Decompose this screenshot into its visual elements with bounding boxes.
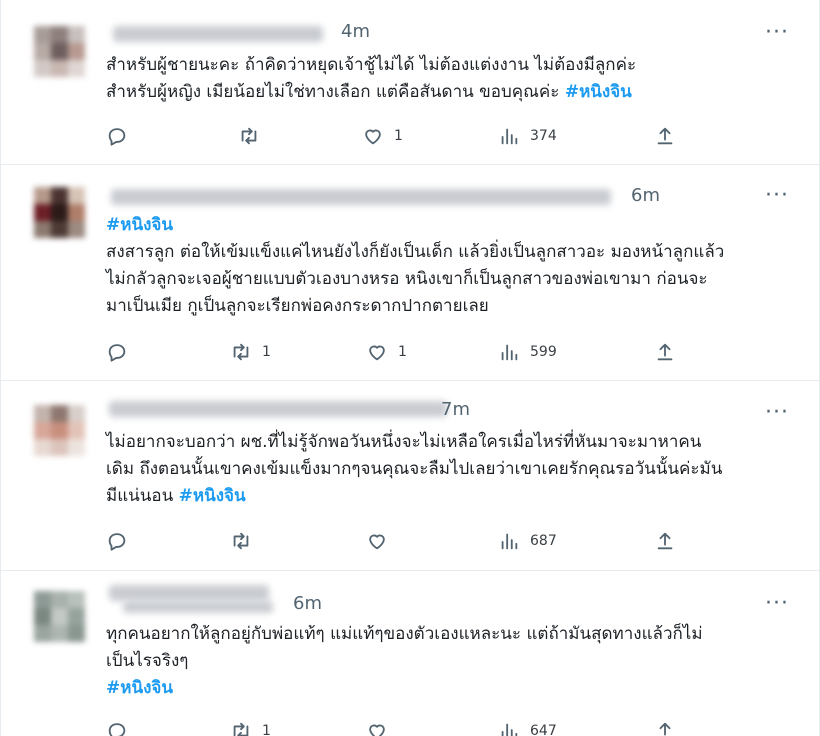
- tweet-line: สำหรับผู้หญิง เมียน้อยไม่ใช่ทางเลือก แต่…: [106, 79, 759, 106]
- views-icon: [501, 723, 518, 736]
- like-button[interactable]: [366, 529, 398, 553]
- tweet-time[interactable]: 7m: [441, 399, 470, 420]
- views-count: 599: [530, 344, 557, 360]
- share-icon: [657, 532, 673, 550]
- share-icon: [659, 722, 671, 736]
- display-name-redacted[interactable]: [109, 585, 269, 601]
- avatar-2[interactable]: [34, 187, 86, 239]
- tweet-text: ทุกคนอยากให้ลูกอยู่กับพ่อแท้ๆ แม่แท้ๆของ…: [106, 621, 759, 702]
- tweet-text: ไม่อยากจะบอกว่า ผช.ที่ไม่รู้จักพอวันหนึ่…: [106, 429, 759, 510]
- reply-icon: [108, 533, 126, 551]
- tweet-line: ทุกคนอยากให้ลูกอยู่กับพ่อแท้ๆ แม่แท้ๆของ…: [106, 624, 703, 644]
- tweet-actions: 1 647: [106, 719, 706, 736]
- views-count: 374: [530, 128, 557, 144]
- retweet-button[interactable]: 1: [230, 719, 271, 736]
- more-icon[interactable]: ···: [765, 22, 789, 44]
- like-button[interactable]: [366, 719, 398, 736]
- more-icon[interactable]: ···: [765, 185, 789, 207]
- like-button[interactable]: 1: [362, 124, 403, 148]
- like-count: 1: [398, 344, 407, 360]
- more-icon[interactable]: ···: [765, 402, 789, 424]
- retweet-icon: [241, 127, 257, 145]
- share-icon: [657, 343, 673, 361]
- display-name-redacted[interactable]: [113, 26, 323, 42]
- tweet-line-text: สำหรับผู้หญิง เมียน้อยไม่ใช่ทางเลือก แต่…: [106, 82, 565, 102]
- retweet-icon: [233, 722, 249, 736]
- tweet-time[interactable]: 6m: [631, 185, 660, 206]
- tweet-line: มีแน่นอน #หนิงจิน: [106, 483, 759, 510]
- views-count: 647: [530, 723, 557, 736]
- views-button[interactable]: 374: [498, 124, 557, 148]
- views-button[interactable]: 599: [498, 340, 557, 364]
- views-icon: [501, 128, 518, 145]
- more-icon[interactable]: ···: [765, 593, 789, 615]
- retweet-button[interactable]: [230, 529, 262, 553]
- tweet-line: สงสารลูก ต่อให้เข้มแข็งแค่ไหนยังไงก็ยังเ…: [106, 242, 725, 262]
- reply-icon: [108, 723, 126, 736]
- reply-button[interactable]: [106, 529, 138, 553]
- tweet-actions: 1 374: [106, 124, 706, 148]
- hashtag-link[interactable]: #หนิงจิน: [565, 82, 632, 102]
- like-count: 1: [394, 128, 403, 144]
- tweet-line: ไม่อยากจะบอกว่า ผช.ที่ไม่รู้จักพอวันหนึ่…: [106, 432, 702, 452]
- tweet-line: ไม่กลัวลูกจะเจอผู้ชายแบบตัวเองบางหรอ หนิ…: [106, 269, 708, 289]
- reply-button[interactable]: [106, 340, 138, 364]
- tweet-time[interactable]: 6m: [293, 593, 322, 614]
- tweet-time[interactable]: 4m: [341, 21, 370, 42]
- tweet-actions: 687: [106, 529, 706, 553]
- hashtag-link[interactable]: #หนิงจิน: [179, 486, 246, 506]
- avatar-1[interactable]: [34, 26, 86, 78]
- tweet-text: #หนิงจิน สงสารลูก ต่อให้เข้มแข็งแค่ไหนยั…: [106, 212, 759, 320]
- timeline-feed: 4m ··· สำหรับผู้ชายนะคะ ถ้าคิดว่าหยุดเจ้…: [0, 0, 820, 736]
- username-redacted[interactable]: [123, 601, 273, 613]
- like-icon: [365, 129, 381, 145]
- display-name-redacted[interactable]: [109, 401, 447, 417]
- share-button[interactable]: [654, 340, 676, 364]
- display-name-redacted[interactable]: [111, 189, 611, 205]
- tweet-line: มาเป็นเมีย กูเป็นลูกจะเรียกพ่อคงกระดากปา…: [106, 296, 489, 316]
- tweet-line-text: มีแน่นอน: [106, 486, 179, 506]
- like-icon: [369, 724, 385, 736]
- reply-button[interactable]: [106, 124, 138, 148]
- like-icon: [369, 534, 385, 550]
- retweet-icon: [233, 532, 249, 550]
- hashtag-link[interactable]: #หนิงจิน: [106, 212, 759, 239]
- avatar-3[interactable]: [34, 405, 86, 457]
- share-button[interactable]: [654, 529, 676, 553]
- share-button[interactable]: [654, 719, 676, 736]
- tweet-actions: 1 1 599: [106, 340, 706, 364]
- tweet-2[interactable]: 6m ··· #หนิงจิน สงสารลูก ต่อให้เข้มแข็งแ…: [1, 165, 819, 381]
- tweet-1[interactable]: 4m ··· สำหรับผู้ชายนะคะ ถ้าคิดว่าหยุดเจ้…: [1, 0, 819, 165]
- reply-button[interactable]: [106, 719, 138, 736]
- tweet-3[interactable]: 7m ··· ไม่อยากจะบอกว่า ผช.ที่ไม่รู้จักพอ…: [1, 381, 819, 571]
- share-icon: [657, 127, 673, 145]
- retweet-button[interactable]: [238, 124, 270, 148]
- retweet-count: 1: [262, 344, 271, 360]
- share-button[interactable]: [654, 124, 676, 148]
- like-icon: [369, 345, 385, 361]
- avatar-4[interactable]: [34, 591, 86, 643]
- hashtag-link[interactable]: #หนิงจิน: [106, 675, 759, 702]
- like-button[interactable]: 1: [366, 340, 407, 364]
- retweet-count: 1: [262, 723, 271, 736]
- views-button[interactable]: 687: [498, 529, 557, 553]
- reply-icon: [108, 128, 126, 146]
- views-icon: [501, 344, 518, 361]
- tweet-line: สำหรับผู้ชายนะคะ ถ้าคิดว่าหยุดเจ้าชู้ไม่…: [106, 55, 637, 75]
- retweet-icon: [233, 343, 249, 361]
- views-button[interactable]: 647: [498, 719, 557, 736]
- tweet-line: เดิม ถึงตอนนั้นเขาคงเข้มแข็งมากๆจนคุณจะล…: [106, 459, 723, 479]
- reply-icon: [108, 344, 126, 362]
- views-count: 687: [530, 533, 557, 549]
- retweet-button[interactable]: 1: [230, 340, 271, 364]
- tweet-4[interactable]: 6m ··· ทุกคนอยากให้ลูกอยู่กับพ่อแท้ๆ แม่…: [1, 571, 819, 736]
- tweet-line: เป็นไรจริงๆ: [106, 651, 189, 671]
- tweet-text: สำหรับผู้ชายนะคะ ถ้าคิดว่าหยุดเจ้าชู้ไม่…: [106, 52, 759, 106]
- views-icon: [501, 533, 518, 550]
